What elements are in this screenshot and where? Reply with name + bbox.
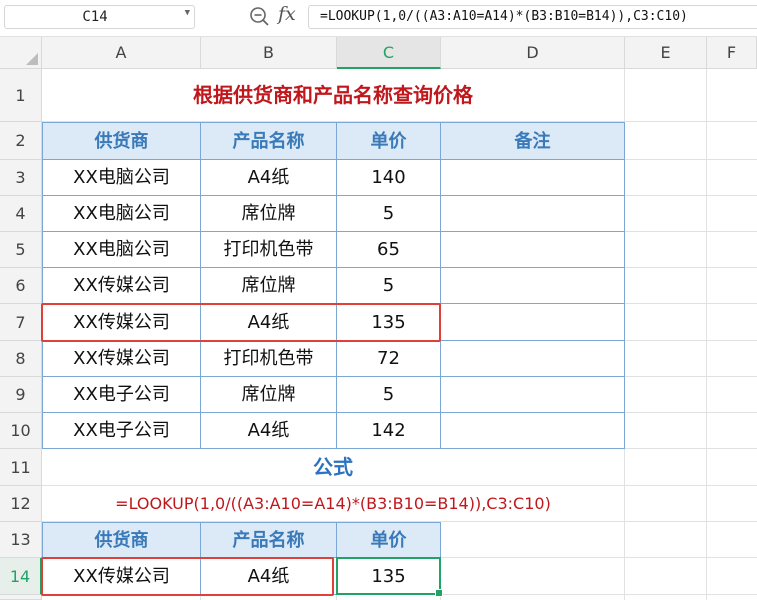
table-cell-price[interactable]: 5 (337, 196, 441, 232)
formula-text[interactable]: =LOOKUP(1,0/((A3:A10=A14)*(B3:B10=B14)),… (42, 486, 625, 522)
name-box[interactable]: C14 ▼ (4, 5, 195, 29)
row-header-12[interactable]: 12 (0, 486, 42, 522)
table-cell-price[interactable]: 5 (337, 268, 441, 304)
row-header-10[interactable]: 10 (0, 413, 42, 449)
column-header-c[interactable]: C (337, 37, 441, 69)
column-header-e[interactable]: E (625, 37, 707, 69)
row-header-1[interactable]: 1 (0, 69, 42, 122)
lookup-header-supplier[interactable]: 供货商 (42, 522, 201, 558)
zoom-icon[interactable] (248, 5, 270, 27)
row-header-3[interactable]: 3 (0, 160, 42, 196)
table-cell-note[interactable] (441, 341, 625, 377)
row-header-2[interactable]: 2 (0, 122, 42, 160)
table-cell-supplier[interactable]: XX电脑公司 (42, 232, 201, 268)
select-all-corner[interactable] (0, 37, 42, 69)
table-cell-product[interactable]: A4纸 (201, 160, 337, 196)
formula-toolbar: C14 ▼ fx =LOOKUP(1,0/((A3:A10=A14)*(B3:B… (0, 0, 757, 37)
lookup-header-product[interactable]: 产品名称 (201, 522, 337, 558)
sheet-title[interactable]: 根据供货商和产品名称查询价格 (42, 69, 625, 122)
column-header-f[interactable]: F (707, 37, 757, 69)
chevron-down-icon[interactable]: ▼ (185, 8, 190, 18)
column-header-d[interactable]: D (441, 37, 625, 69)
table-cell-product[interactable]: 席位牌 (201, 268, 337, 304)
formula-bar[interactable]: =LOOKUP(1,0/((A3:A10=A14)*(B3:B10=B14)),… (308, 5, 757, 29)
table-cell-note[interactable] (441, 160, 625, 196)
table-cell-supplier[interactable]: XX传媒公司 (42, 268, 201, 304)
row-header-8[interactable]: 8 (0, 341, 42, 377)
table-cell-product[interactable]: 打印机色带 (201, 341, 337, 377)
table-cell-price[interactable]: 5 (337, 377, 441, 413)
table-cell-note[interactable] (441, 196, 625, 232)
table-cell-note[interactable] (441, 232, 625, 268)
row-header-14[interactable]: 14 (0, 558, 42, 595)
header-price[interactable]: 单价 (337, 122, 441, 160)
table-cell-note[interactable] (441, 304, 625, 341)
row-header-11[interactable]: 11 (0, 449, 42, 486)
header-note[interactable]: 备注 (441, 122, 625, 160)
table-cell-price[interactable]: 142 (337, 413, 441, 449)
lookup-supplier-input[interactable]: XX传媒公司 (42, 558, 201, 595)
row-header-13[interactable]: 13 (0, 522, 42, 558)
table-cell-supplier[interactable]: XX电子公司 (42, 377, 201, 413)
table-cell-supplier[interactable]: XX传媒公司 (42, 341, 201, 377)
table-cell-price[interactable]: 135 (337, 304, 441, 341)
row-header-5[interactable]: 5 (0, 232, 42, 268)
formula-heading[interactable]: 公式 (42, 449, 625, 486)
lookup-product-input[interactable]: A4纸 (201, 558, 337, 595)
table-cell-product[interactable]: 打印机色带 (201, 232, 337, 268)
table-cell-product[interactable]: A4纸 (201, 304, 337, 341)
row-header-6[interactable]: 6 (0, 268, 42, 304)
table-cell-price[interactable]: 140 (337, 160, 441, 196)
lookup-header-price[interactable]: 单价 (337, 522, 441, 558)
formula-bar-text: =LOOKUP(1,0/((A3:A10=A14)*(B3:B10=B14)),… (320, 9, 688, 24)
table-cell-supplier[interactable]: XX电子公司 (42, 413, 201, 449)
column-header-a[interactable]: A (42, 37, 201, 69)
table-cell-product[interactable]: A4纸 (201, 413, 337, 449)
row-header-15[interactable] (0, 595, 42, 600)
table-cell-supplier[interactable]: XX传媒公司 (42, 304, 201, 341)
table-cell-price[interactable]: 72 (337, 341, 441, 377)
name-box-value: C14 (82, 9, 108, 25)
table-cell-note[interactable] (441, 377, 625, 413)
table-cell-product[interactable]: 席位牌 (201, 377, 337, 413)
table-cell-note[interactable] (441, 413, 625, 449)
column-header-b[interactable]: B (201, 37, 337, 69)
table-cell-product[interactable]: 席位牌 (201, 196, 337, 232)
row-header-9[interactable]: 9 (0, 377, 42, 413)
table-cell-supplier[interactable]: XX电脑公司 (42, 196, 201, 232)
table-cell-supplier[interactable]: XX电脑公司 (42, 160, 201, 196)
lookup-result-price[interactable]: 135 (337, 558, 441, 595)
function-icon[interactable]: fx (278, 3, 296, 25)
row-header-7[interactable]: 7 (0, 304, 42, 341)
header-product[interactable]: 产品名称 (201, 122, 337, 160)
row-header-4[interactable]: 4 (0, 196, 42, 232)
table-cell-price[interactable]: 65 (337, 232, 441, 268)
header-supplier[interactable]: 供货商 (42, 122, 201, 160)
table-cell-note[interactable] (441, 268, 625, 304)
